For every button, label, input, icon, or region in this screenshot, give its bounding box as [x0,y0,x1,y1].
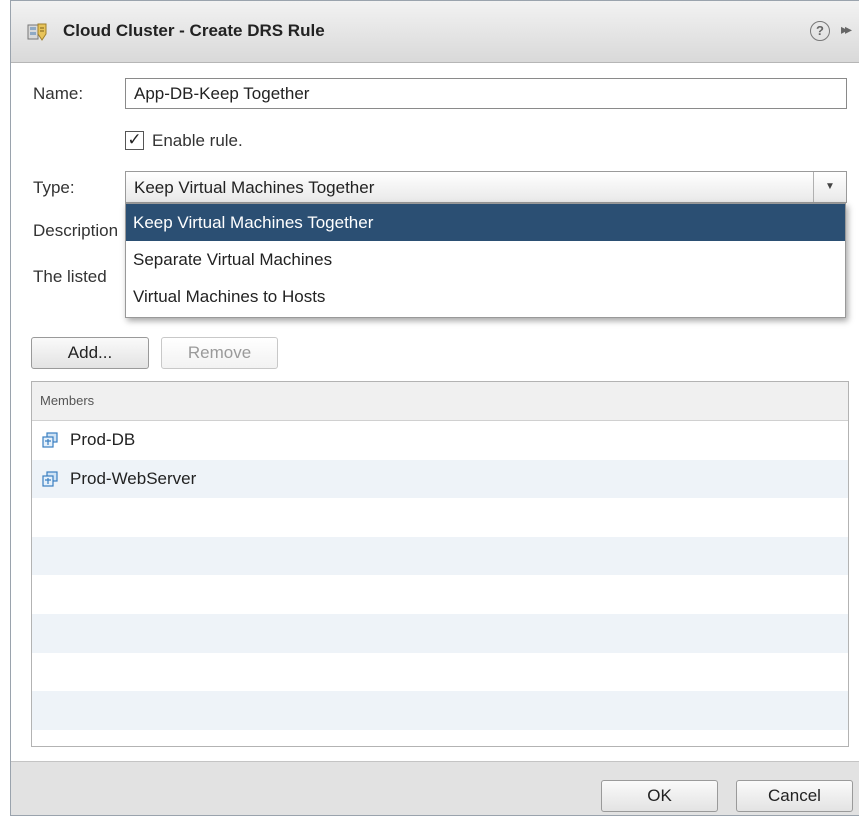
ok-button[interactable]: OK [601,780,718,812]
virtual-machine-icon [42,432,58,448]
help-icon[interactable]: ? [810,21,830,41]
name-input[interactable] [125,78,847,109]
type-option-keep-together[interactable]: Keep Virtual Machines Together [126,204,845,241]
enable-rule-checkbox[interactable]: ✓ [125,131,144,150]
empty-row [32,536,848,576]
enable-rule-label: Enable rule. [152,131,243,150]
listed-vms-text: The listed [33,267,107,286]
type-select[interactable]: Keep Virtual Machines Together ▼ [125,171,847,203]
members-rows: Prod-DB Prod-WebServer [32,421,848,746]
drs-rule-icon [27,23,47,41]
members-column-header[interactable]: Members [32,382,848,421]
empty-row [32,613,848,653]
empty-row [32,652,848,692]
dialog-footer: OK Cancel [11,761,859,815]
create-drs-rule-dialog: Cloud Cluster - Create DRS Rule ? ▸▸ Nam… [10,0,859,816]
type-select-value: Keep Virtual Machines Together [134,178,375,197]
member-name: Prod-WebServer [70,468,197,488]
table-row[interactable]: Prod-WebServer [32,459,848,499]
checkmark-icon: ✓ [127,130,142,149]
empty-row [32,729,848,746]
virtual-machine-icon [42,470,58,487]
members-table: Members Prod-DB Prod-WebServer [31,381,849,747]
remove-button[interactable]: Remove [161,337,278,369]
dialog-title: Cloud Cluster - Create DRS Rule [63,21,325,40]
type-dropdown-list: Keep Virtual Machines Together Separate … [125,203,846,318]
empty-row [32,691,848,730]
member-name: Prod-DB [70,430,136,449]
table-row[interactable]: Prod-DB [32,421,848,460]
description-label: Description [33,221,119,240]
type-option-vms-to-hosts[interactable]: Virtual Machines to Hosts [126,278,845,315]
empty-row [32,575,848,614]
empty-row [32,498,848,537]
add-button[interactable]: Add... [31,337,149,369]
expand-icon[interactable]: ▸▸ [841,21,852,38]
title-bar: Cloud Cluster - Create DRS Rule ? ▸▸ [11,1,859,63]
chevron-down-icon[interactable]: ▼ [813,172,846,202]
cancel-button[interactable]: Cancel [736,780,853,812]
name-label: Name: [33,84,84,103]
type-label: Type: [33,178,75,197]
type-option-separate[interactable]: Separate Virtual Machines [126,241,845,278]
